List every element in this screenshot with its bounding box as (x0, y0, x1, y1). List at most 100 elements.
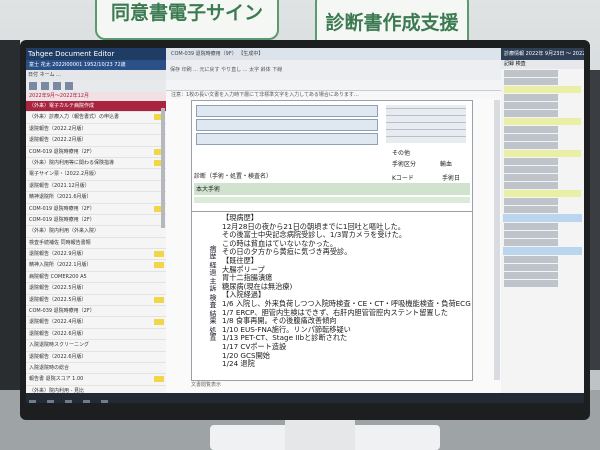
taskbar-app-icon[interactable] (101, 400, 109, 403)
section-tab-label: 病歴 経過 主訴 検査 結果 処置 (209, 245, 217, 341)
reference-line (504, 110, 581, 117)
clinical-notes: 【現病歴】 12月28日の夜から21日の朝頃までに1回吐と嘔吐した。 その後富士… (222, 213, 471, 369)
editor-scrollbar[interactable] (494, 100, 500, 380)
clinical-course-textarea[interactable]: 病歴 経過 主訴 検査 結果 処置 【現病歴】 12月28日の夜から21日の朝頃… (191, 211, 473, 381)
editor-footer: 文書閲覧表示 (191, 382, 222, 388)
list-item[interactable]: COM-019 退院時療用（2F） (26, 204, 166, 215)
reference-line (504, 166, 581, 173)
reference-line (504, 272, 581, 279)
reference-tabs[interactable]: 記録 検査 (501, 60, 584, 69)
taskbar-app-icon[interactable] (65, 400, 73, 403)
label-surgery-category: 手術区分 (392, 161, 417, 168)
reference-highlight[interactable] (504, 86, 581, 93)
reference-line (504, 223, 581, 230)
document-title: COM-039 退院時療用（9F） 【生成中】 (166, 48, 501, 60)
reference-line (504, 256, 581, 263)
list-item[interactable]: （外来）院内利用（外来入院） (26, 226, 166, 238)
list-scrollbar[interactable] (161, 108, 165, 228)
label-surgery-date: 手術日 (442, 175, 461, 182)
list-item[interactable]: 精神入院所（2022.1月版） (26, 260, 166, 272)
list-item[interactable]: 退院報告（2022.2月版） (26, 135, 166, 147)
reference-line (504, 158, 581, 165)
note-line: 1/20 GCS開始 (222, 350, 270, 360)
refresh-icon[interactable] (65, 82, 73, 90)
form-field[interactable] (196, 133, 378, 145)
reference-selected[interactable] (503, 214, 582, 222)
list-item[interactable]: 退院報告（2022.5月版） (26, 295, 166, 307)
app-title: Tahgee Document Editor (26, 48, 166, 60)
list-item[interactable]: 病院報告 COMER200 A5 (26, 272, 166, 284)
list-item[interactable]: COM-019 退院時療用（2F） (26, 147, 166, 158)
patient-info: 富士 花太 2022I00001 1952/10/23 72歳 (26, 60, 166, 70)
taskbar-app-icon[interactable] (47, 400, 55, 403)
new-doc-icon[interactable] (29, 82, 37, 90)
list-item[interactable]: 入院退院時の総合 (26, 363, 166, 375)
reference-pane: 診療情報 2022年 9月23日 ～ 2022年12月31日 記録 検査 (501, 48, 584, 403)
monitor-screen: Tahgee Document Editor 富士 花太 2022I00001 … (26, 48, 584, 403)
list-item[interactable]: 電子サイン票・（2022.2月版） (26, 169, 166, 181)
list-item[interactable]: （外来）電子カルテ病院作成 (26, 101, 166, 113)
date-range: 2022年9月〜2022年12月 (26, 92, 166, 101)
reference-line (504, 94, 581, 101)
editor-toolbar[interactable]: 保存 印刷 ... 元に戻す やり直し ... 太字 斜体 下線 (166, 60, 501, 80)
reference-line (504, 264, 581, 271)
reference-line (504, 70, 581, 77)
list-item[interactable]: 退院報告（2022.2月版） (26, 124, 166, 136)
reference-line (504, 102, 581, 109)
reference-line (504, 231, 581, 238)
reference-line (504, 280, 581, 287)
reference-line (504, 142, 581, 149)
reference-line (504, 239, 581, 246)
form-field[interactable] (196, 119, 378, 131)
search-icon[interactable] (41, 82, 49, 90)
list-item[interactable]: 報告書 退院スコア 1.00 (26, 374, 166, 386)
list-item[interactable]: （外来）診療入力（報告書式）の申込書 (26, 112, 166, 124)
list-item[interactable]: 退院報告（2022.6月版） (26, 352, 166, 363)
document-list-pane: Tahgee Document Editor 富士 花太 2022I00001 … (26, 48, 166, 403)
reference-line (504, 78, 581, 85)
reference-title: 診療情報 2022年 9月23日 ～ 2022年12月31日 (501, 48, 584, 60)
note-line: その日の夕方から黄疸に気づき再受診。 (222, 247, 352, 257)
label-other: その他 (392, 150, 411, 157)
list-toolbar (26, 80, 166, 92)
reference-highlight[interactable] (504, 150, 581, 157)
list-tabs[interactable]: 日付 ネーム ... (26, 70, 166, 80)
list-item[interactable]: 検査手続補佐 同時報告書類 (26, 238, 166, 250)
editor-pane: COM-039 退院時療用（9F） 【生成中】 保存 印刷 ... 元に戻す や… (166, 48, 501, 403)
list-item[interactable]: 退院報告（2022.4月版） (26, 317, 166, 329)
label-k-code: Kコード (392, 175, 414, 182)
list-item[interactable]: 退院報告（2022.5月版） (26, 283, 166, 295)
reference-line (504, 126, 581, 133)
reference-line (504, 206, 581, 213)
form-grid[interactable] (386, 105, 466, 143)
taskbar (26, 393, 584, 403)
editor-notice: 注意：1枚の長い文書を入力時下層にて非標準文字を入力してある場合にあります... (166, 91, 501, 99)
note-line: 1/24 退院 (222, 359, 255, 369)
list-item[interactable]: 精神退院所（2021.6月版） (26, 192, 166, 204)
diagnosis-row-2[interactable] (194, 197, 470, 203)
list-item[interactable]: 退院報告（2022.6月版） (26, 329, 166, 341)
label-transfusion: 輸血 (440, 161, 453, 168)
list-item[interactable]: 退院報告（2022.9月版） (26, 249, 166, 261)
taskbar-app-icon[interactable] (83, 400, 91, 403)
reference-selected[interactable] (503, 247, 582, 255)
adjacent-monitor (0, 40, 20, 390)
document-list: （外来）電子カルテ病院作成 （外来）診療入力（報告書式）の申込書 退院報告（20… (26, 101, 166, 398)
consent-sign-board: 同意書電子サイン (95, 0, 279, 40)
reference-highlight[interactable] (504, 190, 581, 197)
reference-line (504, 198, 581, 205)
start-icon[interactable] (29, 400, 36, 403)
diagnosis-row[interactable] (194, 183, 470, 195)
list-item[interactable]: 退院報告（2021.12月版） (26, 181, 166, 193)
form-field[interactable] (196, 105, 378, 117)
list-item[interactable]: 入院退院時スクリーニング (26, 340, 166, 352)
filter-icon[interactable] (53, 82, 61, 90)
label-main-surgery: 本大手術 (196, 186, 221, 193)
reference-line (504, 174, 581, 181)
label-diagnosis: 診断（手術・処置・検査名） (194, 173, 273, 180)
list-item[interactable]: COM-039 退院時療用（2F） (26, 306, 166, 318)
list-item[interactable]: COM-019 退院時療用（2F） (26, 215, 166, 227)
list-item[interactable]: （外来）院内利用等に関わる保険指導 (26, 158, 166, 170)
format-toolbar[interactable] (166, 80, 501, 91)
reference-highlight[interactable] (504, 118, 581, 125)
